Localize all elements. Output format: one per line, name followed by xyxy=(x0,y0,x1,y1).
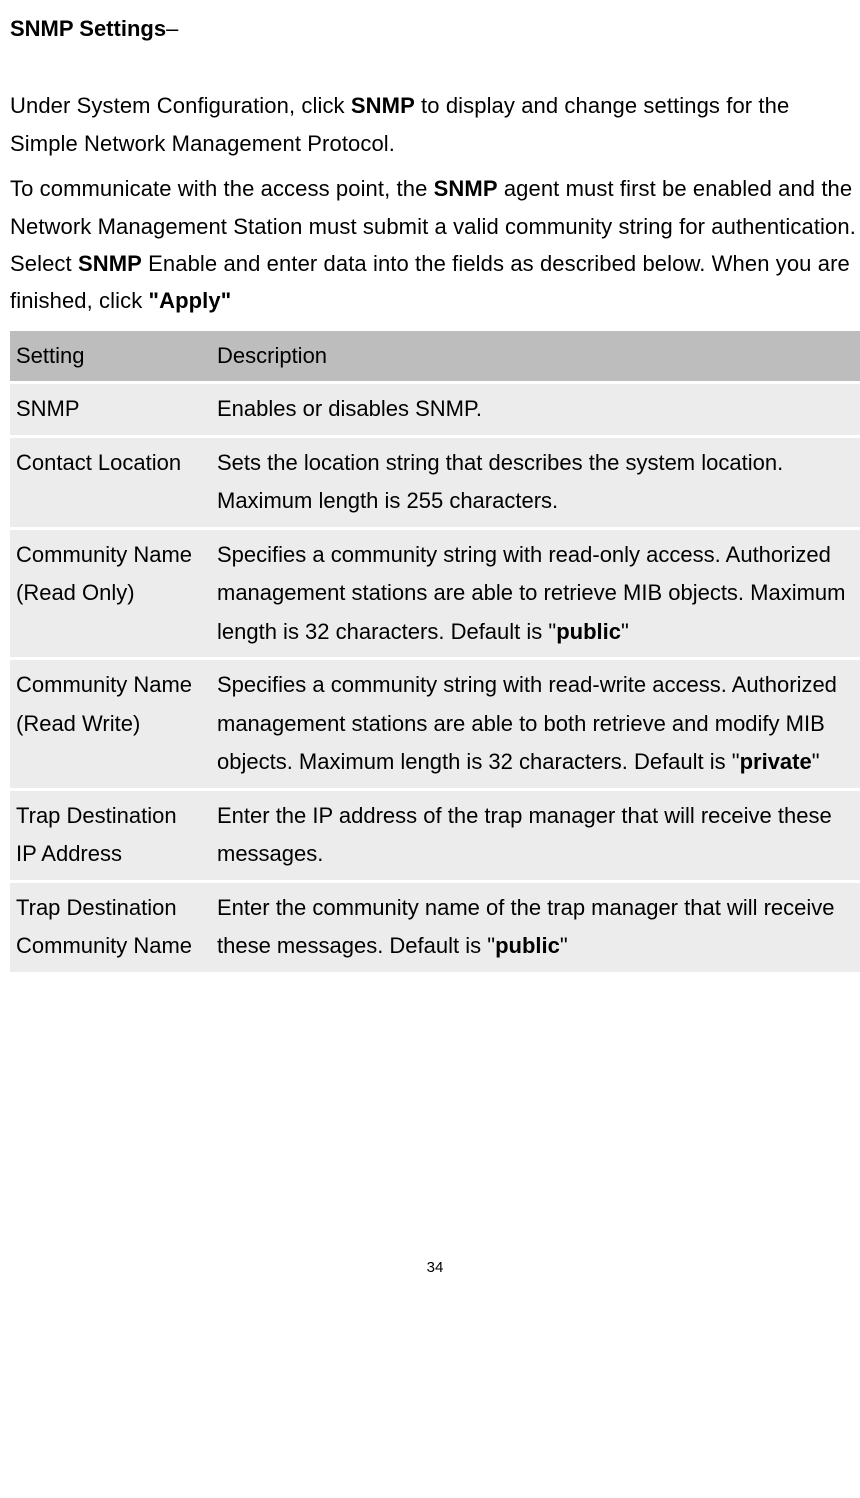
heading-title: SNMP Settings xyxy=(10,16,166,41)
table-header-row: Setting Description xyxy=(10,331,860,382)
desc-bold: public xyxy=(556,619,621,644)
setting-cell: Trap Destination Community Name xyxy=(10,883,211,972)
header-description: Description xyxy=(211,331,860,382)
table-row: SNMP Enables or disables SNMP. xyxy=(10,384,860,435)
para2-text1: To communicate with the access point, th… xyxy=(10,176,434,201)
setting-cell: SNMP xyxy=(10,384,211,435)
description-cell: Enables or disables SNMP. xyxy=(211,384,860,435)
heading-dash: – xyxy=(166,16,178,41)
description-cell: Enter the IP address of the trap manager… xyxy=(211,791,860,880)
para2-bold1: SNMP xyxy=(434,176,498,201)
desc-post: " xyxy=(560,933,568,958)
page-number: 34 xyxy=(10,1255,860,1281)
desc-post: " xyxy=(812,749,820,774)
paragraph-2: To communicate with the access point, th… xyxy=(10,170,860,320)
paragraph-1: Under System Configuration, click SNMP t… xyxy=(10,87,860,162)
section-heading: SNMP Settings– xyxy=(10,10,860,47)
setting-cell: Community Name (Read Write) xyxy=(10,660,211,788)
table-row: Contact Location Sets the location strin… xyxy=(10,438,860,527)
table-row: Trap Destination Community Name Enter th… xyxy=(10,883,860,972)
settings-table: Setting Description SNMP Enables or disa… xyxy=(10,328,860,975)
description-cell: Specifies a community string with read-w… xyxy=(211,660,860,788)
desc-post: " xyxy=(621,619,629,644)
para2-bold2: SNMP xyxy=(78,251,142,276)
table-row: Community Name (Read Only) Specifies a c… xyxy=(10,530,860,658)
desc-bold: private xyxy=(740,749,812,774)
setting-cell: Contact Location xyxy=(10,438,211,527)
para1-text1: Under System Configuration, click xyxy=(10,93,351,118)
description-cell: Enter the community name of the trap man… xyxy=(211,883,860,972)
header-setting: Setting xyxy=(10,331,211,382)
desc-pre: Specifies a community string with read-o… xyxy=(217,542,846,644)
desc-bold: public xyxy=(495,933,560,958)
setting-cell: Trap Destination IP Address xyxy=(10,791,211,880)
para2-bold3: "Apply" xyxy=(149,288,232,313)
setting-cell: Community Name (Read Only) xyxy=(10,530,211,658)
table-row: Community Name (Read Write) Specifies a … xyxy=(10,660,860,788)
description-cell: Sets the location string that describes … xyxy=(211,438,860,527)
table-row: Trap Destination IP Address Enter the IP… xyxy=(10,791,860,880)
description-cell: Specifies a community string with read-o… xyxy=(211,530,860,658)
para1-bold1: SNMP xyxy=(351,93,415,118)
